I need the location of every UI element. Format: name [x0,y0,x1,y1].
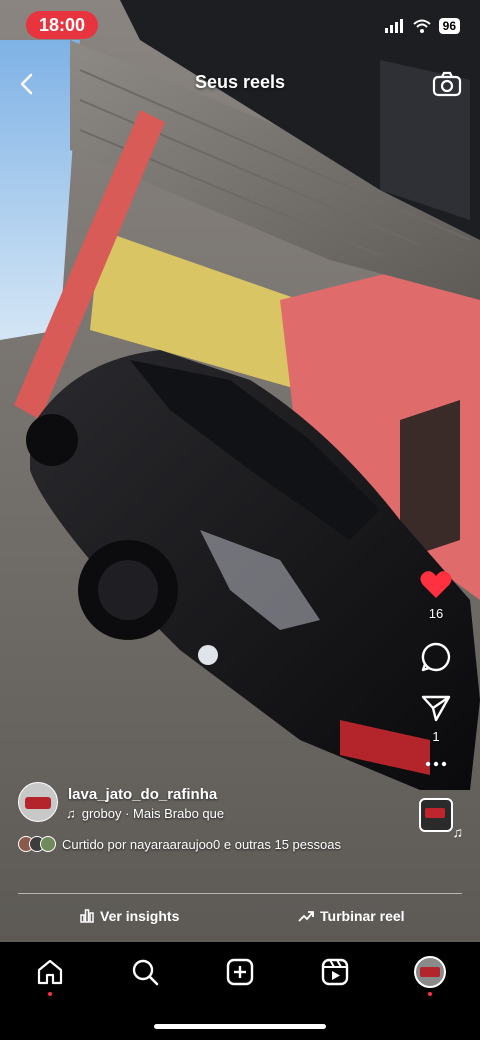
profile-avatar [414,956,446,988]
tab-create[interactable] [224,956,256,988]
reel-actions: 16 1 ♫ [408,570,464,840]
liked-by-text: Curtido por nayaraaraujoo0 e outras 15 p… [62,836,341,852]
home-notification-dot [48,992,52,996]
create-icon [226,958,254,986]
boost-icon [298,911,314,922]
status-icons: 96 [384,18,460,34]
liked-by[interactable]: Curtido por nayaraaraujoo0 e outras 15 p… [18,836,341,852]
boost-label: Turbinar reel [320,908,405,924]
signal-icon [384,19,403,33]
page-title: Seus reels [194,72,286,92]
battery-level: 96 [438,18,460,34]
search-icon [132,959,159,986]
status-time: 18:00 [26,11,98,39]
insights-button[interactable]: Ver insights [80,908,179,924]
author-avatar[interactable] [18,782,58,822]
home-indicator [154,1024,326,1029]
tab-reels[interactable] [319,956,351,988]
home-icon [37,959,63,985]
wifi-icon [412,19,431,33]
liker-avatars [18,836,56,852]
liker-avatar [40,836,56,852]
audio-track[interactable]: ♫ groboy · Mais Brabo que [66,806,224,821]
profile-notification-dot [428,992,432,996]
tab-home[interactable] [34,956,66,988]
divider [18,893,462,894]
music-icon: ♫ [66,806,76,821]
insights-label: Ver insights [100,908,180,924]
comment-icon[interactable] [420,641,452,673]
tab-search[interactable] [129,956,161,988]
heart-icon[interactable] [419,570,453,600]
audio-thumb-icon[interactable]: ♫ [419,798,463,840]
like-count: 16 [428,606,444,621]
insights-icon [80,909,94,923]
author-username[interactable]: lava_jato_do_rafinha [68,786,217,803]
share-count: 1 [432,729,440,744]
music-note-icon: ♫ [452,824,464,840]
boost-button[interactable]: Turbinar reel [298,908,405,924]
reels-icon [321,958,349,986]
audio-title: groboy · Mais Brabo que [81,806,225,821]
camera-icon[interactable] [432,70,462,98]
tab-profile[interactable] [414,956,446,988]
more-icon[interactable] [424,760,448,768]
share-icon[interactable] [420,693,452,723]
